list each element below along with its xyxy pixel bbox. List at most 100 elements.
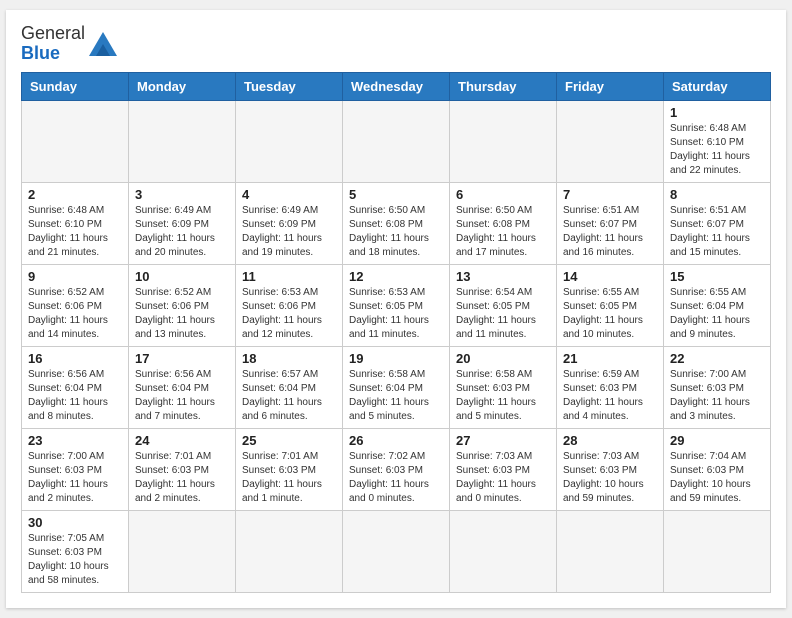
day-cell: 3 Sunrise: 6:49 AMSunset: 6:09 PMDaylight… [129,182,236,264]
day-number: 6 [456,187,550,202]
day-cell: 16 Sunrise: 6:56 AMSunset: 6:04 PMDayligh… [22,346,129,428]
calendar-thead: SundayMondayTuesdayWednesdayThursdayFrid… [22,72,771,100]
logo-blue: Blue [21,43,60,63]
day-info: Sunrise: 7:00 AMSunset: 6:03 PMDaylight:… [670,368,764,424]
day-info: Sunrise: 6:52 AMSunset: 6:06 PMDaylight:… [28,286,122,342]
day-cell: 25Sunrise: 7:01 AMSunset: 6:03 PMDayligh… [236,428,343,510]
day-cell [664,510,771,592]
day-info: Sunrise: 6:54 AMSunset: 6:05 PMDaylight:… [456,286,550,342]
day-info: Sunrise: 7:03 AMSunset: 6:03 PMDaylight:… [563,450,657,506]
day-cell: 27 Sunrise: 7:03 AMSunset: 6:03 PMDayligh… [450,428,557,510]
week-row-1: 1Sunrise: 6:48 AMSunset: 6:10 PMDaylight… [22,100,771,182]
day-header-monday: Monday [129,72,236,100]
day-cell [343,510,450,592]
day-cell: 5 Sunrise: 6:50 AMSunset: 6:08 PMDaylight… [343,182,450,264]
day-number: 3 [135,187,229,202]
day-info: Sunrise: 6:53 AMSunset: 6:05 PMDaylight:… [349,286,443,342]
day-number: 16 [28,351,122,366]
day-cell: 19 Sunrise: 6:58 AMSunset: 6:04 PMDayligh… [343,346,450,428]
day-cell: 26Sunrise: 7:02 AMSunset: 6:03 PMDayligh… [343,428,450,510]
day-cell: 13Sunrise: 6:54 AMSunset: 6:05 PMDayligh… [450,264,557,346]
day-cell [557,100,664,182]
day-info: Sunrise: 6:52 AMSunset: 6:06 PMDaylight:… [135,286,229,342]
day-cell: 15 Sunrise: 6:55 AMSunset: 6:04 PMDayligh… [664,264,771,346]
week-row-3: 9 Sunrise: 6:52 AMSunset: 6:06 PMDaylight… [22,264,771,346]
day-number: 15 [670,269,764,284]
day-info: Sunrise: 6:50 AMSunset: 6:08 PMDaylight:… [349,204,443,260]
day-cell [557,510,664,592]
days-header-row: SundayMondayTuesdayWednesdayThursdayFrid… [22,72,771,100]
day-cell [129,100,236,182]
day-number: 29 [670,433,764,448]
day-number: 30 [28,515,122,530]
calendar-body: 1Sunrise: 6:48 AMSunset: 6:10 PMDaylight… [22,100,771,592]
day-info: Sunrise: 6:53 AMSunset: 6:06 PMDaylight:… [242,286,336,342]
day-number: 21 [563,351,657,366]
day-info: Sunrise: 6:48 AMSunset: 6:10 PMDaylight:… [670,122,764,178]
day-number: 27 [456,433,550,448]
day-number: 5 [349,187,443,202]
day-info: Sunrise: 6:51 AMSunset: 6:07 PMDaylight:… [670,204,764,260]
day-cell: 29 Sunrise: 7:04 AMSunset: 6:03 PMDayligh… [664,428,771,510]
day-cell: 2Sunrise: 6:48 AMSunset: 6:10 PMDaylight… [22,182,129,264]
day-info: Sunrise: 6:49 AMSunset: 6:09 PMDaylight:… [242,204,336,260]
day-cell: 6 Sunrise: 6:50 AMSunset: 6:08 PMDaylight… [450,182,557,264]
week-row-6: 30 Sunrise: 7:05 AMSunset: 6:03 PMDayligh… [22,510,771,592]
day-info: Sunrise: 6:55 AMSunset: 6:05 PMDaylight:… [563,286,657,342]
day-number: 26 [349,433,443,448]
day-cell [129,510,236,592]
calendar-header: General Blue [21,20,771,64]
calendar-container: General Blue SundayMondayTuesdayWednesda… [6,10,786,608]
day-header-sunday: Sunday [22,72,129,100]
day-cell: 10Sunrise: 6:52 AMSunset: 6:06 PMDayligh… [129,264,236,346]
day-cell: 20 Sunrise: 6:58 AMSunset: 6:03 PMDayligh… [450,346,557,428]
day-cell: 14Sunrise: 6:55 AMSunset: 6:05 PMDayligh… [557,264,664,346]
day-info: Sunrise: 7:05 AMSunset: 6:03 PMDaylight:… [28,532,122,588]
day-number: 19 [349,351,443,366]
day-number: 11 [242,269,336,284]
week-row-5: 23Sunrise: 7:00 AMSunset: 6:03 PMDayligh… [22,428,771,510]
day-cell: 18Sunrise: 6:57 AMSunset: 6:04 PMDayligh… [236,346,343,428]
day-info: Sunrise: 6:58 AMSunset: 6:03 PMDaylight:… [456,368,550,424]
day-number: 20 [456,351,550,366]
day-cell [450,510,557,592]
day-number: 8 [670,187,764,202]
day-info: Sunrise: 7:01 AMSunset: 6:03 PMDaylight:… [242,450,336,506]
day-info: Sunrise: 6:55 AMSunset: 6:04 PMDaylight:… [670,286,764,342]
day-info: Sunrise: 6:58 AMSunset: 6:04 PMDaylight:… [349,368,443,424]
day-number: 22 [670,351,764,366]
calendar-table: SundayMondayTuesdayWednesdayThursdayFrid… [21,72,771,593]
day-header-friday: Friday [557,72,664,100]
week-row-4: 16 Sunrise: 6:56 AMSunset: 6:04 PMDayligh… [22,346,771,428]
day-header-wednesday: Wednesday [343,72,450,100]
day-cell: 22 Sunrise: 7:00 AMSunset: 6:03 PMDayligh… [664,346,771,428]
day-number: 17 [135,351,229,366]
day-info: Sunrise: 6:49 AMSunset: 6:09 PMDaylight:… [135,204,229,260]
day-info: Sunrise: 7:04 AMSunset: 6:03 PMDaylight:… [670,450,764,506]
day-cell [236,100,343,182]
day-info: Sunrise: 6:56 AMSunset: 6:04 PMDaylight:… [135,368,229,424]
day-number: 7 [563,187,657,202]
logo-general: General [21,23,85,43]
day-cell: 17 Sunrise: 6:56 AMSunset: 6:04 PMDayligh… [129,346,236,428]
day-header-tuesday: Tuesday [236,72,343,100]
day-cell: 21Sunrise: 6:59 AMSunset: 6:03 PMDayligh… [557,346,664,428]
day-info: Sunrise: 7:00 AMSunset: 6:03 PMDaylight:… [28,450,122,506]
day-number: 12 [349,269,443,284]
day-info: Sunrise: 7:03 AMSunset: 6:03 PMDaylight:… [456,450,550,506]
day-info: Sunrise: 6:56 AMSunset: 6:04 PMDaylight:… [28,368,122,424]
day-cell: 23Sunrise: 7:00 AMSunset: 6:03 PMDayligh… [22,428,129,510]
week-row-2: 2Sunrise: 6:48 AMSunset: 6:10 PMDaylight… [22,182,771,264]
day-cell: 4Sunrise: 6:49 AMSunset: 6:09 PMDaylight… [236,182,343,264]
day-cell: 8 Sunrise: 6:51 AMSunset: 6:07 PMDaylight… [664,182,771,264]
logo: General Blue [21,24,117,64]
day-number: 9 [28,269,122,284]
day-cell [450,100,557,182]
day-header-thursday: Thursday [450,72,557,100]
day-cell [236,510,343,592]
day-cell: 9 Sunrise: 6:52 AMSunset: 6:06 PMDaylight… [22,264,129,346]
day-cell [343,100,450,182]
day-cell: 28Sunrise: 7:03 AMSunset: 6:03 PMDayligh… [557,428,664,510]
day-info: Sunrise: 6:50 AMSunset: 6:08 PMDaylight:… [456,204,550,260]
day-number: 24 [135,433,229,448]
